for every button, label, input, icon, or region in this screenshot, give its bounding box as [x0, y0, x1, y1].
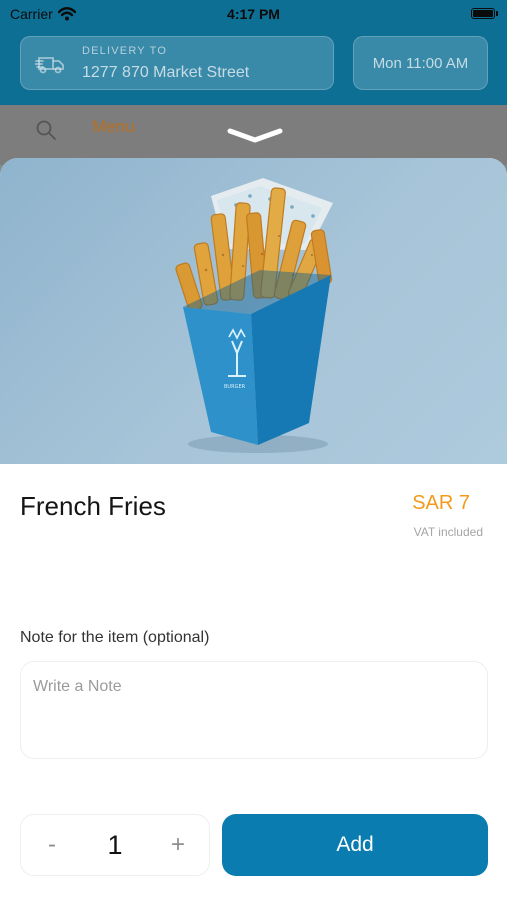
product-detail-sheet: BURGER French Fries SAR 7 VAT included N…: [0, 158, 507, 900]
menu-tab[interactable]: Menu: [92, 117, 135, 137]
battery-level: [473, 10, 493, 17]
delivery-address-selector[interactable]: DELIVERY TO 1277 870 Market Street: [20, 36, 334, 90]
product-image: BURGER: [0, 158, 507, 464]
add-button[interactable]: Add: [222, 814, 488, 876]
delivery-truck-icon: [35, 57, 64, 74]
decrease-quantity-button[interactable]: -: [37, 829, 67, 861]
svg-text:BURGER: BURGER: [224, 384, 246, 390]
product-detail-screen: Carrier 4:17 PM DELIVERY TO 1277 870 Mar…: [0, 0, 507, 900]
delivery-time: Mon 11:00 AM: [372, 54, 469, 72]
quantity-value: 1: [107, 830, 123, 860]
increase-quantity-button[interactable]: +: [163, 829, 193, 861]
vat-included-label: VAT included: [413, 525, 483, 539]
delivery-address: 1277 870 Market Street: [82, 64, 250, 81]
item-name: French Fries: [20, 491, 166, 521]
battery-icon: [471, 8, 498, 19]
top-navigation-background: Carrier 4:17 PM DELIVERY TO 1277 870 Mar…: [0, 0, 507, 105]
item-price: SAR 7: [412, 492, 470, 514]
delivery-time-selector[interactable]: Mon 11:00 AM: [353, 36, 488, 90]
french-fries-illustration: BURGER: [175, 178, 333, 453]
note-label: Note for the item (optional): [20, 629, 210, 646]
delivery-to-label: DELIVERY TO: [82, 45, 168, 57]
chevron-down-icon[interactable]: [226, 126, 284, 146]
status-time: 4:17 PM: [227, 6, 280, 22]
search-icon[interactable]: [35, 119, 57, 141]
item-note-input[interactable]: [20, 661, 488, 759]
status-bar: Carrier 4:17 PM: [0, 0, 507, 28]
quantity-stepper: - 1 +: [20, 814, 210, 876]
